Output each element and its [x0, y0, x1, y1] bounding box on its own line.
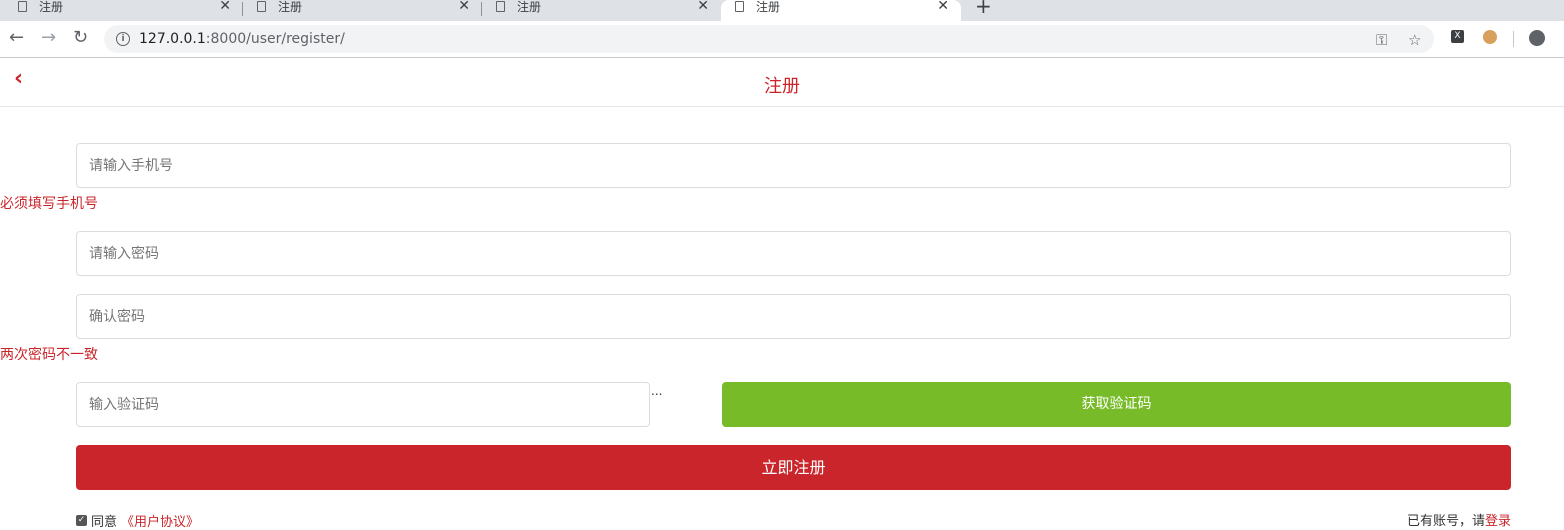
- toolbar-divider: [1513, 31, 1514, 47]
- register-button[interactable]: 立即注册: [76, 445, 1511, 490]
- close-tab-icon[interactable]: ✕: [937, 0, 949, 14]
- back-arrow-icon[interactable]: ←: [9, 28, 24, 48]
- browser-tab[interactable]: 注册 ✕: [0, 0, 243, 21]
- document-icon: [257, 1, 266, 12]
- browser-tab-title: 注册: [517, 0, 542, 14]
- login-link[interactable]: 登录: [1485, 514, 1511, 529]
- page-title: 注册: [764, 76, 800, 97]
- close-tab-icon[interactable]: ✕: [219, 0, 231, 14]
- browser-tab-title: 注册: [39, 0, 64, 14]
- cookie-icon[interactable]: [1483, 30, 1497, 44]
- page-header: ‹ 注册: [0, 58, 1564, 107]
- user-agreement-link[interactable]: 《用户协议》: [121, 511, 199, 530]
- extension-x-icon[interactable]: X: [1451, 30, 1464, 43]
- close-tab-icon[interactable]: ✕: [458, 0, 470, 14]
- forward-arrow-icon[interactable]: →: [41, 28, 56, 48]
- get-code-button[interactable]: 获取验证码: [722, 382, 1511, 427]
- have-account-text: 已有账号，请: [1406, 514, 1485, 529]
- browser-tab[interactable]: 注册 ✕: [482, 0, 721, 21]
- star-icon[interactable]: ☆: [1408, 31, 1421, 49]
- browser-tab[interactable]: 注册 ✕: [243, 0, 482, 21]
- browser-tab-active[interactable]: 注册 ✕: [721, 0, 961, 21]
- phone-input[interactable]: [76, 143, 1511, 188]
- browser-tab-title: 注册: [756, 0, 781, 14]
- verification-code-input[interactable]: [76, 382, 650, 427]
- browser-toolbar: ← → ↻ i 127.0.0.1:8000/user/register/ ⚿ …: [0, 21, 1564, 58]
- agree-checkbox[interactable]: ✓: [76, 515, 87, 526]
- address-bar[interactable]: i 127.0.0.1:8000/user/register/ ⚿ ☆: [104, 25, 1434, 53]
- document-icon: [496, 1, 505, 12]
- confirm-password-error-message: 两次密码不一致: [0, 347, 98, 363]
- document-icon: [735, 1, 744, 12]
- login-hint: 已有账号，请登录: [1407, 510, 1511, 529]
- confirm-password-input[interactable]: [76, 294, 1511, 339]
- reload-icon[interactable]: ↻: [73, 28, 88, 48]
- browser-tab-strip: 注册 ✕ 注册 ✕ 注册 ✕ 注册 ✕ +: [0, 0, 1564, 21]
- key-icon[interactable]: ⚿: [1376, 31, 1387, 49]
- browser-tab-title: 注册: [278, 0, 303, 14]
- phone-error-message: 必须填写手机号: [0, 196, 98, 212]
- password-input[interactable]: [76, 231, 1511, 276]
- url-text: 127.0.0.1:8000/user/register/: [139, 31, 345, 47]
- info-icon[interactable]: i: [116, 32, 130, 46]
- close-tab-icon[interactable]: ✕: [697, 0, 709, 14]
- code-ellipsis: ...: [651, 384, 663, 398]
- profile-icon[interactable]: [1529, 30, 1545, 46]
- new-tab-icon[interactable]: +: [975, 0, 992, 18]
- agree-label: 同意: [91, 515, 118, 530]
- document-icon: [18, 1, 27, 12]
- agreement-row: ✓ 同意 《用户协议》: [76, 511, 199, 530]
